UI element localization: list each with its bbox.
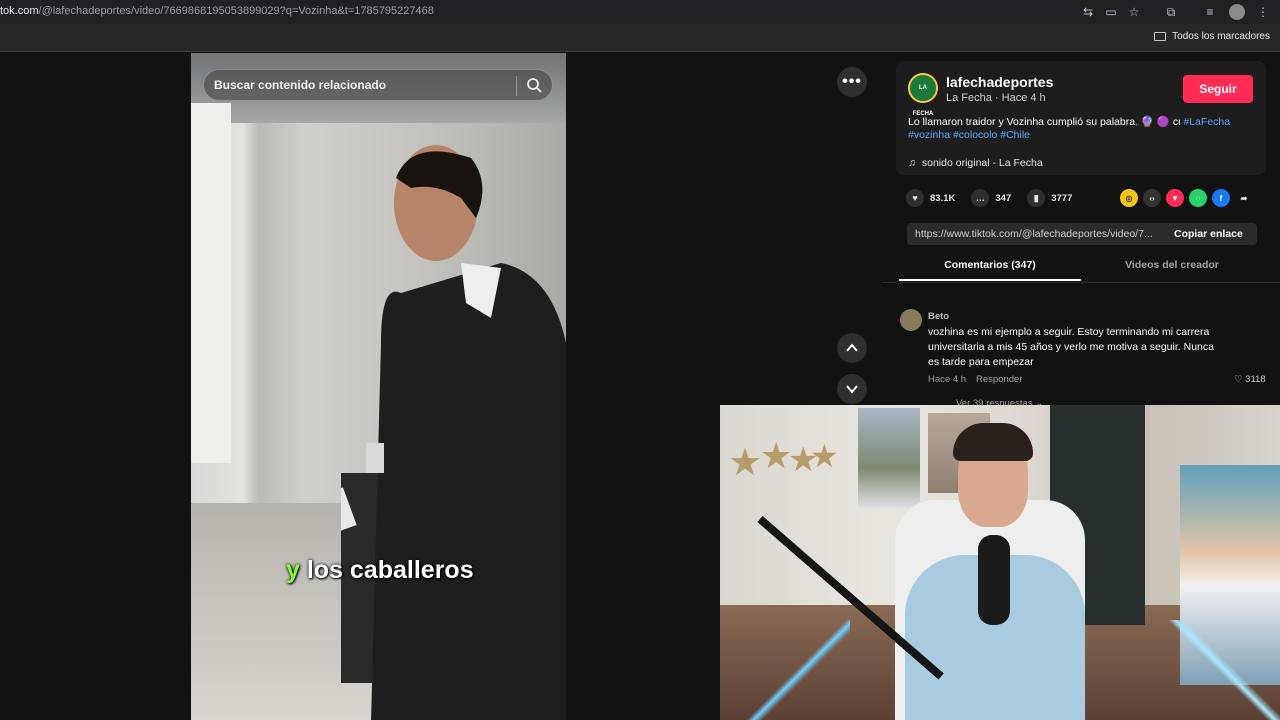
comment-meta: Hace 4 h Responder — [928, 374, 1023, 385]
whatsapp-icon[interactable]: ◌ — [1189, 189, 1207, 207]
engagement-actions: ♥ 83.1K … 347 ▮ 3777 — [906, 189, 1088, 207]
comment-time: Hace 4 h — [928, 374, 967, 385]
webcam-poster — [858, 408, 920, 508]
creator-subline: La Fecha · Hace 4 h — [946, 92, 1046, 104]
comment-bubble-icon: … — [971, 189, 990, 207]
tab-creator-videos[interactable]: Videos del creador — [1081, 259, 1263, 271]
friends-share-icon[interactable]: ◎ — [1120, 189, 1138, 207]
hashtag-lafecha[interactable]: #LaFecha — [1183, 116, 1230, 128]
cast-icon[interactable]: ▭ — [1103, 4, 1119, 20]
heart-icon: ♥ — [906, 189, 924, 207]
extensions-icon[interactable]: ⧉ — [1163, 4, 1179, 20]
comment-count: 347 — [995, 192, 1012, 204]
folder-icon — [1154, 32, 1167, 41]
commenter-name[interactable]: Beto — [928, 311, 949, 322]
bookmarks-bar: Todos los marcadores — [0, 24, 1280, 52]
video-person-figure — [341, 145, 566, 720]
commenter-avatar[interactable] — [900, 309, 922, 331]
streamer-webcam-overlay: ★ ★ ★ ★ — [720, 405, 1280, 720]
webcam-led-light — [720, 620, 850, 720]
more-options-button[interactable]: ••• — [837, 67, 867, 97]
video-caption: y los caballeros — [286, 556, 474, 585]
like-count: 83.1K — [930, 192, 956, 204]
sound-link[interactable]: ♫ sonido original - La Fecha — [908, 157, 1043, 169]
creator-avatar[interactable]: LA FECHA — [908, 73, 938, 117]
reply-button[interactable]: Responder — [976, 374, 1022, 385]
hashtag-vozinha[interactable]: #vozinha — [908, 129, 950, 141]
star-decoration-icon: ★ — [810, 438, 839, 474]
embed-code-icon[interactable]: ‹› — [1143, 189, 1161, 207]
reading-list-icon[interactable]: ≡ — [1202, 4, 1218, 20]
all-bookmarks-folder[interactable]: Todos los marcadores — [1154, 31, 1270, 42]
post-link-box: https://www.tiktok.com/@lafechadeportes/… — [907, 223, 1257, 245]
save-button[interactable]: ▮ 3777 — [1027, 189, 1072, 207]
send-to-friends-icon[interactable]: ▼ — [1166, 189, 1184, 207]
webcam-led-light-right — [1130, 620, 1280, 720]
previous-video-button[interactable] — [837, 333, 867, 363]
comment-button[interactable]: … 347 — [971, 189, 1011, 207]
chevron-down-icon — [846, 385, 858, 394]
description-text: Lo llamaron traidor y Vozinha cumplió su… — [908, 116, 1184, 128]
related-search-placeholder: Buscar contenido relacionado — [214, 78, 387, 92]
like-button[interactable]: ♥ 83.1K — [906, 189, 955, 207]
star-decoration-icon: ★ — [728, 442, 763, 484]
sound-label: sonido original - La Fecha — [921, 157, 1043, 169]
bookmarks-folder-label: Todos los marcadores — [1172, 31, 1270, 42]
facebook-icon[interactable]: f — [1212, 189, 1230, 207]
post-description-card: LA FECHA lafechadeportes La Fecha · Hace… — [896, 61, 1266, 175]
webcam-streamer-hair — [953, 423, 1033, 461]
post-link-url[interactable]: https://www.tiktok.com/@lafechadeportes/… — [915, 228, 1165, 240]
post-description: Lo llamaron traidor y Vozinha cumplió su… — [908, 116, 1258, 142]
comment-like-button[interactable]: ♡ 3118 — [1234, 374, 1266, 385]
url-text[interactable]: tok.com/@lafechadeportes/video/766986819… — [0, 5, 434, 17]
comment-text: vozhina es mi ejemplo a seguir. Estoy te… — [928, 326, 1214, 368]
search-icon[interactable] — [526, 77, 542, 93]
search-divider — [516, 76, 517, 96]
next-video-button[interactable] — [837, 374, 867, 404]
bookmark-icon: ▮ — [1027, 189, 1046, 207]
more-dots-icon: ••• — [842, 73, 862, 90]
comment-like-count: 3118 — [1245, 374, 1266, 385]
video-player[interactable]: Buscar contenido relacionado y los cabal… — [191, 53, 566, 720]
share-options: ◎ ‹› ▼ ◌ f ➦ — [1120, 189, 1253, 207]
tab-comments[interactable]: Comentarios (347) — [899, 259, 1081, 281]
music-note-icon: ♫ — [908, 157, 916, 169]
url-path: /@lafechadeportes/video/7669868195053899… — [38, 5, 434, 17]
copy-link-button[interactable]: Copiar enlace — [1174, 228, 1243, 240]
bookmark-star-icon[interactable]: ☆ — [1126, 4, 1142, 20]
heart-outline-icon: ♡ — [1234, 374, 1243, 385]
creator-username[interactable]: lafechadeportes — [946, 74, 1053, 90]
translate-icon[interactable]: ⇆ — [1080, 4, 1096, 20]
url-host: tok.com — [0, 5, 39, 17]
profile-avatar-icon[interactable] — [1229, 4, 1245, 20]
follow-button[interactable]: Seguir — [1183, 75, 1253, 103]
caption-highlight-word: y — [286, 556, 300, 584]
share-arrow-icon[interactable]: ➦ — [1235, 189, 1253, 207]
related-search-bar[interactable]: Buscar contenido relacionado — [203, 69, 553, 101]
browser-url-bar[interactable]: tok.com/@lafechadeportes/video/766986819… — [0, 0, 1280, 24]
chevron-up-icon — [846, 343, 858, 352]
browser-menu-icon[interactable]: ⋮ — [1255, 4, 1271, 20]
video-frame-wall — [191, 103, 231, 463]
hashtag-colocolo[interactable]: #colocolo — [953, 129, 997, 141]
hashtag-chile[interactable]: #Chile — [1000, 129, 1030, 141]
tabs-divider — [882, 282, 1280, 283]
microphone-icon — [978, 535, 1010, 625]
caption-text: los caballeros — [299, 556, 474, 584]
save-count: 3777 — [1051, 192, 1073, 204]
